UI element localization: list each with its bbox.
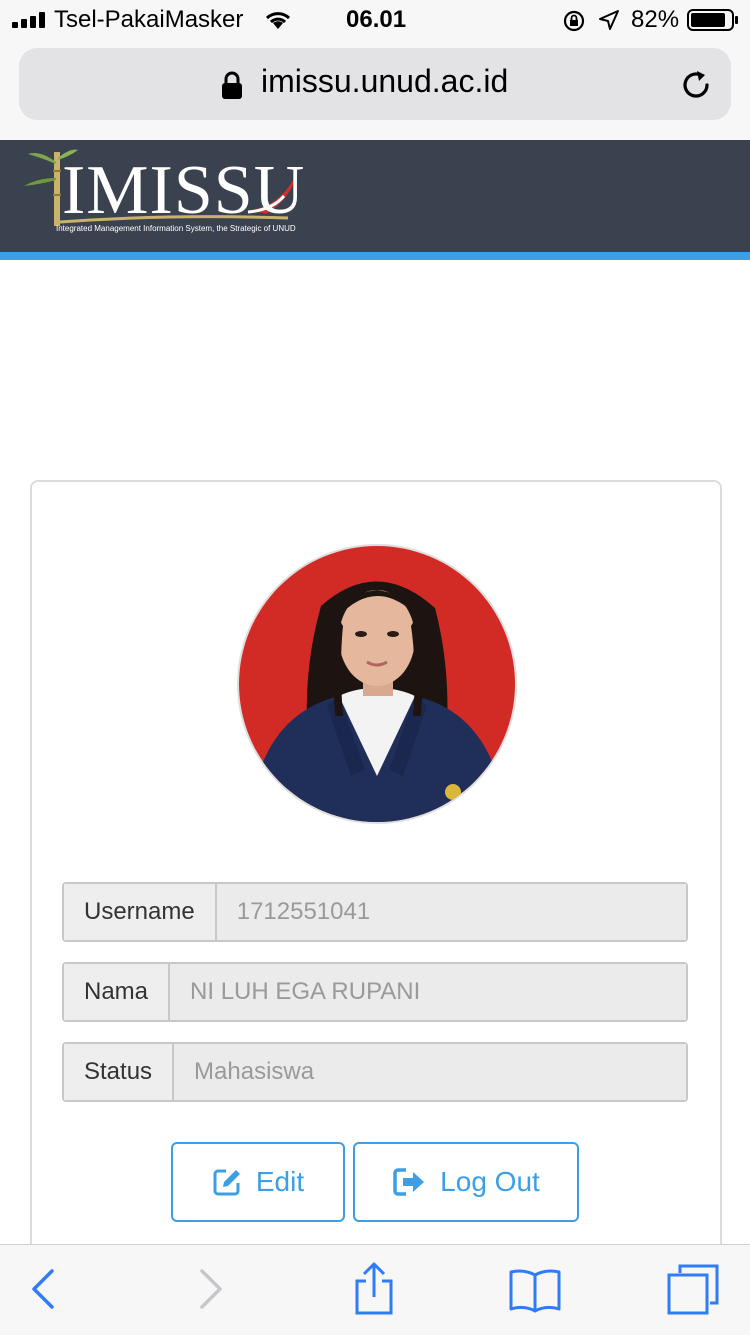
status-value: Mahasiswa xyxy=(174,1044,686,1100)
tabs-icon[interactable] xyxy=(666,1263,720,1315)
rotation-lock-icon xyxy=(563,10,585,32)
reload-icon[interactable] xyxy=(679,68,713,102)
clock: 06.01 xyxy=(346,6,407,33)
profile-photo-image xyxy=(239,546,515,822)
edit-button-label: Edit xyxy=(255,1166,305,1197)
logout-button[interactable]: Log Out xyxy=(353,1142,579,1222)
status-field: Status Mahasiswa xyxy=(62,1042,688,1102)
nama-label: Nama xyxy=(64,964,171,1020)
location-icon xyxy=(599,10,619,30)
signal-icon xyxy=(12,12,45,28)
browser-toolbar xyxy=(0,1244,750,1335)
edit-icon xyxy=(213,1169,240,1196)
forward-icon[interactable] xyxy=(198,1267,224,1311)
header-accent-bar xyxy=(0,252,750,260)
bookmarks-icon[interactable] xyxy=(508,1267,562,1313)
browser-chrome: imissu.unud.ac.id xyxy=(0,40,750,140)
logo-wordmark: IMISSU xyxy=(62,152,306,229)
username-field: Username 1712551041 xyxy=(62,882,688,942)
logo-tagline: Integrated Management Information System… xyxy=(56,224,296,233)
battery-percent: 82% xyxy=(631,6,680,33)
carrier-name: Tsel-PakaiMasker xyxy=(54,6,244,33)
logout-icon xyxy=(393,1168,425,1196)
wifi-icon xyxy=(265,12,291,29)
edit-button[interactable]: Edit xyxy=(171,1142,345,1222)
nama-field: Nama NI LUH EGA RUPANI xyxy=(62,962,688,1022)
status-label: Status xyxy=(64,1044,175,1100)
status-bar: Tsel-PakaiMasker 06.01 82% xyxy=(0,0,750,40)
back-icon[interactable] xyxy=(30,1267,56,1311)
logout-button-label: Log Out xyxy=(440,1166,540,1197)
profile-card: Username 1712551041 Nama NI LUH EGA RUPA… xyxy=(30,480,722,1304)
lock-icon xyxy=(222,71,242,99)
username-label: Username xyxy=(64,884,217,940)
profile-photo xyxy=(237,544,517,824)
share-icon[interactable] xyxy=(352,1261,396,1317)
imissu-logo[interactable]: IMISSU Integrated Management Information… xyxy=(22,148,312,240)
username-value: 1712551041 xyxy=(216,884,686,940)
address-bar[interactable]: imissu.unud.ac.id xyxy=(19,48,731,120)
battery-icon xyxy=(687,9,738,31)
nama-value: NI LUH EGA RUPANI xyxy=(170,964,686,1020)
url-text[interactable]: imissu.unud.ac.id xyxy=(261,63,508,100)
